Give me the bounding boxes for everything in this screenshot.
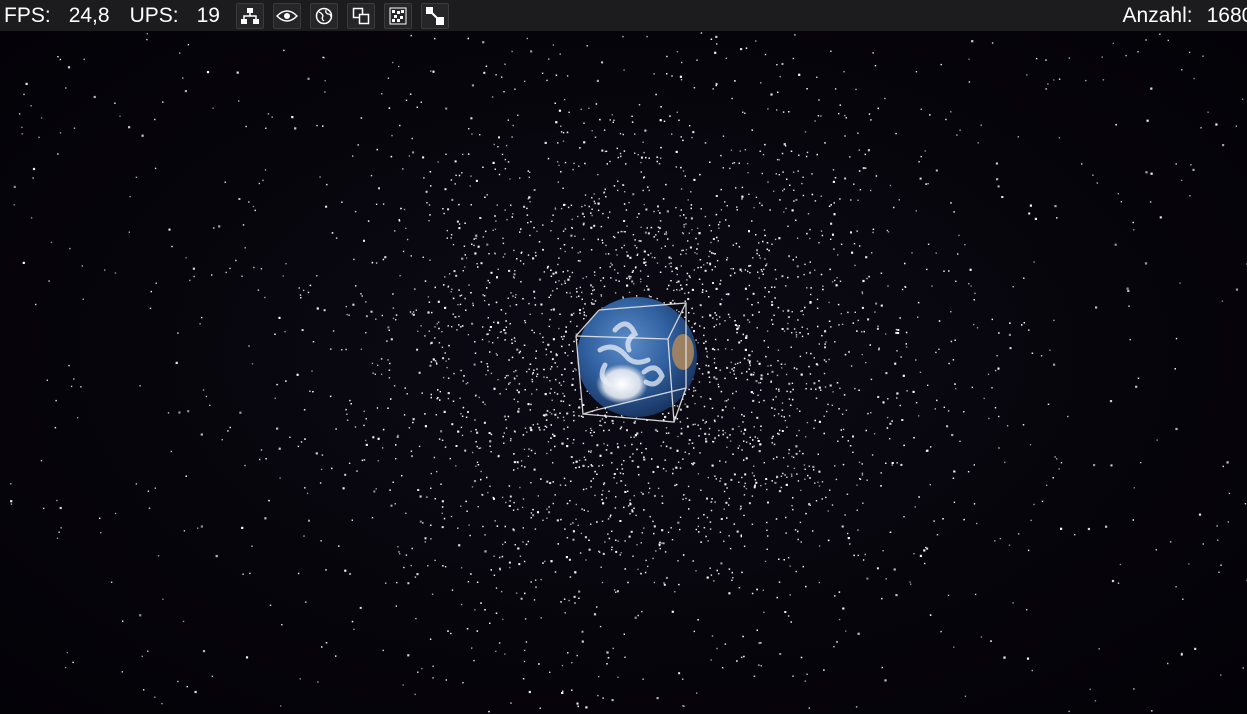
simulation-viewport[interactable] (0, 0, 1247, 714)
earth-globe[interactable] (0, 0, 1247, 714)
connections-toggle-button[interactable] (420, 2, 449, 29)
globe-toggle-button[interactable] (309, 2, 338, 29)
fps-display: FPS: 24,8 (0, 0, 114, 31)
hierarchy-icon (240, 7, 259, 24)
scatter-icon (389, 7, 407, 24)
ups-value: 19 (196, 3, 220, 27)
view-toggle-button[interactable] (272, 2, 301, 29)
tool-buttons (235, 2, 458, 29)
overlap-squares-icon (352, 7, 370, 24)
earth-landmass (672, 334, 694, 370)
count-value: 16805 (1206, 3, 1247, 27)
fps-label: FPS: (4, 3, 51, 27)
fps-value: 24,8 (68, 3, 110, 27)
hierarchy-toggle-button[interactable] (235, 2, 264, 29)
overlap-toggle-button[interactable] (346, 2, 375, 29)
connected-nodes-icon (425, 6, 444, 25)
eye-icon (275, 9, 298, 22)
object-count-display: Anzahl: 16805 (1116, 0, 1247, 31)
globe-icon (315, 7, 333, 24)
status-toolbar: FPS: 24,8 UPS: 19 Anzahl: 168 (0, 0, 1247, 31)
scatter-toggle-button[interactable] (383, 2, 412, 29)
ups-label: UPS: (129, 3, 179, 27)
count-label: Anzahl: (1122, 3, 1193, 27)
ups-display: UPS: 19 (126, 0, 224, 31)
